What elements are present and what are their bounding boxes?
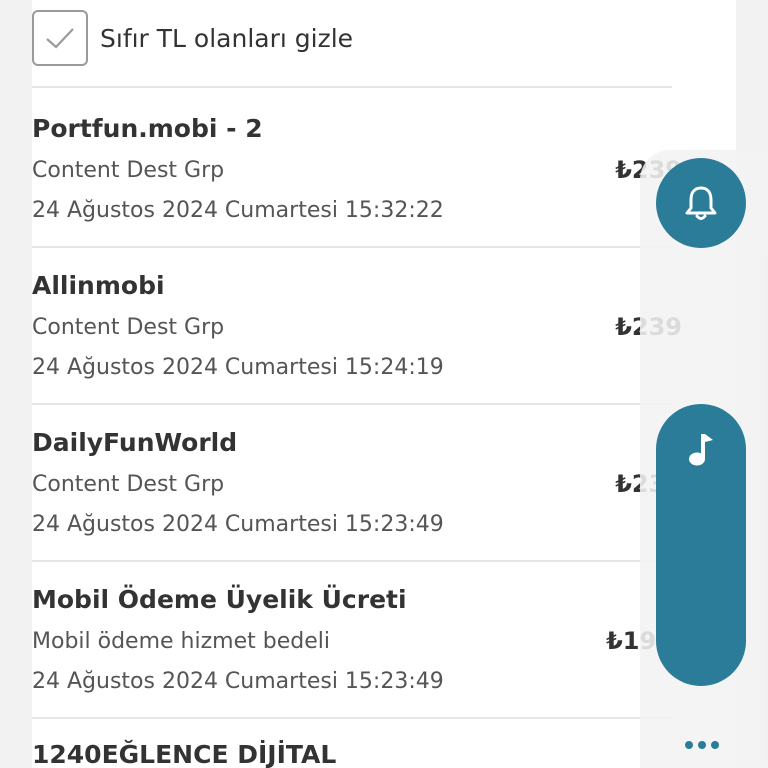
transaction-title: Portfun.mobi - 2 — [32, 114, 263, 143]
transaction-subtitle: Content Dest Grp — [32, 158, 225, 183]
more-button[interactable] — [672, 728, 732, 762]
divider — [32, 246, 672, 248]
transaction-subtitle: Content Dest Grp — [32, 315, 225, 340]
transaction-title: Allinmobi — [32, 271, 165, 300]
hide-zero-label: Sıfır TL olanları gizle — [100, 23, 354, 53]
transaction-title: DailyFunWorld — [32, 428, 238, 457]
transaction-subtitle: Mobil ödeme hizmet bedeli — [32, 629, 330, 654]
more-dots-icon — [685, 741, 693, 749]
transaction-date: 24 Ağustos 2024 Cumartesi 15:24:19 — [32, 355, 444, 380]
hide-zero-checkbox[interactable] — [32, 10, 88, 66]
transaction-title: Mobil Ödeme Üyelik Ücreti — [32, 585, 407, 614]
more-dots-icon — [711, 741, 719, 749]
transaction-date: 24 Ağustos 2024 Cumartesi 15:32:22 — [32, 198, 444, 223]
transaction-subtitle: Content Dest Grp — [32, 472, 225, 497]
transaction-title: 1240EĞLENCE DİJİTAL — [32, 740, 337, 768]
divider — [32, 86, 672, 88]
transaction-date: 24 Ağustos 2024 Cumartesi 15:23:49 — [32, 512, 444, 537]
bell-icon — [685, 186, 717, 220]
divider — [32, 717, 672, 719]
divider — [32, 403, 672, 405]
transaction-date: 24 Ağustos 2024 Cumartesi 15:23:49 — [32, 669, 444, 694]
hide-zero-filter[interactable]: Sıfır TL olanları gizle — [32, 8, 353, 68]
music-note-icon — [689, 434, 713, 466]
more-dots-icon — [698, 741, 706, 749]
divider — [32, 560, 672, 562]
check-icon — [46, 28, 74, 49]
music-player-button[interactable] — [656, 404, 746, 686]
notifications-button[interactable] — [656, 158, 746, 248]
